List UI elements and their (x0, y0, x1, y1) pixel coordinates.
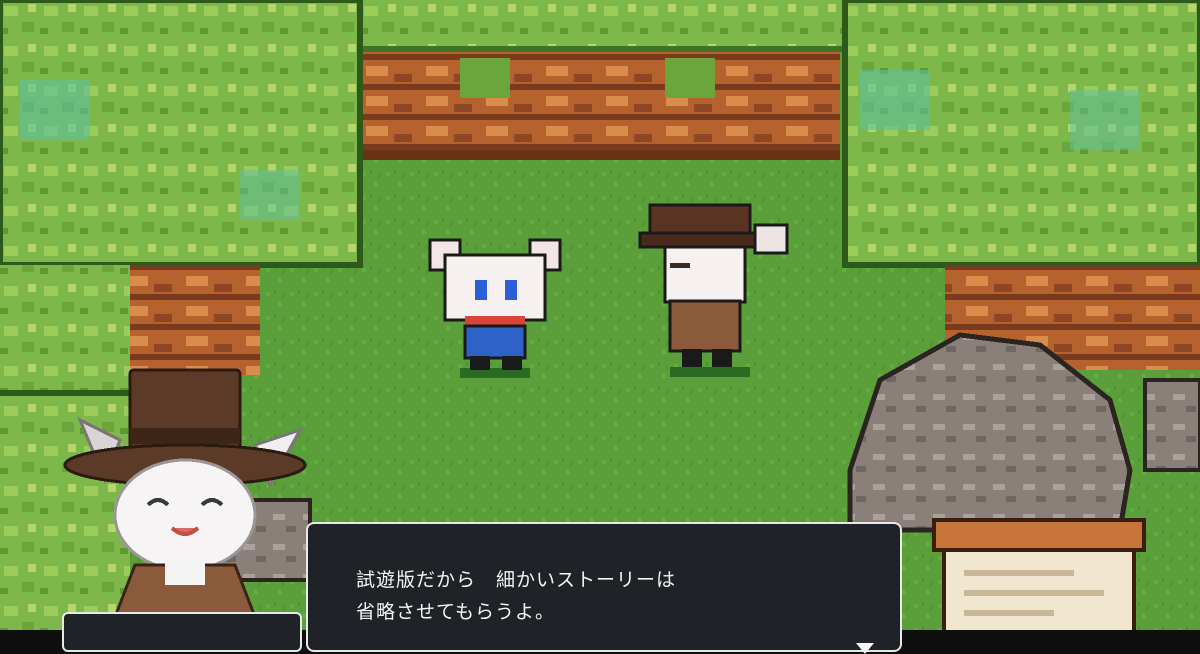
speaker-name-plate (62, 612, 302, 652)
triangle-down-icon[interactable] (856, 643, 874, 654)
right-tree-canopy (845, 0, 1200, 265)
dialog-text: 試遊版だから 細かいストーリーは 省略させてもらうよ。 (356, 564, 676, 628)
top-canopy (300, 0, 900, 52)
dialog-line-1: 試遊版だから 細かいストーリーは (356, 569, 677, 591)
dialog-box[interactable]: 試遊版だから 細かいストーリーは 省略させてもらうよ。 (306, 522, 902, 654)
wooden-signboard (932, 518, 1146, 630)
dialog-line-2: 省略させてもらうよ。 (356, 601, 556, 623)
top-cliff (350, 52, 840, 160)
left-tree-cliff (130, 265, 260, 375)
